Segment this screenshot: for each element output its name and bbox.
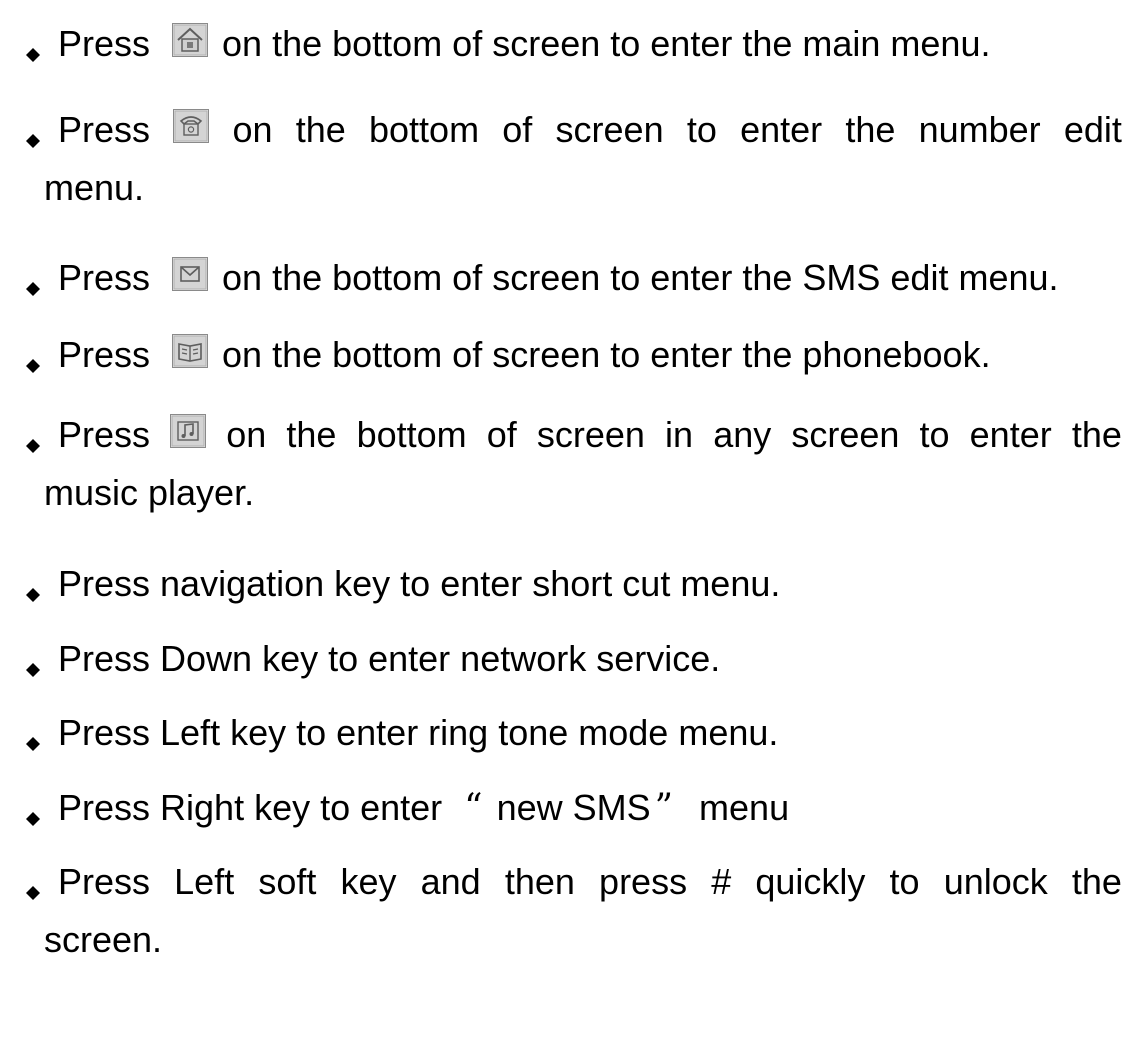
item-word: quickly bbox=[755, 861, 866, 902]
item-word: on bbox=[232, 109, 273, 150]
item-word: screen bbox=[791, 414, 900, 455]
bullet-icon bbox=[26, 282, 40, 296]
item-word: any bbox=[713, 414, 772, 455]
press-label: Press bbox=[58, 23, 151, 64]
item-text: Press navigation key to enter short cut … bbox=[58, 563, 781, 604]
item-word: to bbox=[889, 861, 920, 902]
item-word: soft bbox=[258, 861, 317, 902]
item-word: enter bbox=[969, 414, 1052, 455]
item-word: the bbox=[1071, 414, 1122, 455]
open-quote: “ bbox=[464, 787, 483, 828]
item-text: on the bottom of screen to enter the pho… bbox=[222, 334, 991, 375]
bullet-icon bbox=[26, 812, 40, 826]
bullet-icon bbox=[26, 134, 40, 148]
bullet-icon bbox=[26, 886, 40, 900]
close-quote: ” bbox=[654, 787, 674, 828]
item-word: bottom bbox=[369, 109, 480, 150]
item-word: edit bbox=[1063, 109, 1122, 150]
item-word: to bbox=[919, 414, 950, 455]
item-word: key bbox=[340, 861, 397, 902]
item-word: the bbox=[295, 109, 346, 150]
quoted-text: new SMS bbox=[496, 787, 651, 828]
item-text: on the bottom of screen to enter the SMS… bbox=[222, 257, 1059, 298]
item-word: in bbox=[665, 414, 694, 455]
item-word: # bbox=[711, 861, 732, 902]
item-word: of bbox=[502, 109, 533, 150]
item-word: Press bbox=[58, 861, 151, 902]
item-word: enter bbox=[740, 109, 823, 150]
phonebook-icon bbox=[172, 334, 209, 368]
item-word: the bbox=[1071, 861, 1122, 902]
press-label: Press bbox=[58, 414, 151, 455]
bullet-icon bbox=[26, 48, 40, 62]
item-text-continued: menu. bbox=[44, 167, 145, 208]
item-word: the bbox=[286, 414, 337, 455]
bullet-icon bbox=[26, 737, 40, 751]
music-icon bbox=[170, 414, 207, 448]
item-word: the bbox=[845, 109, 896, 150]
item-word: screen bbox=[555, 109, 664, 150]
bullet-icon bbox=[26, 588, 40, 602]
item-text-continued: screen. bbox=[44, 919, 163, 960]
bullet-icon bbox=[26, 359, 40, 373]
item-word: of bbox=[486, 414, 517, 455]
item-word: and bbox=[420, 861, 481, 902]
press-label: Press bbox=[58, 334, 151, 375]
message-icon bbox=[172, 257, 209, 291]
home-icon bbox=[172, 23, 209, 57]
item-text-continued: music player. bbox=[44, 472, 255, 513]
instruction-list: Press on the bottom of screen to enter t… bbox=[0, 0, 1126, 1048]
item-word: bottom bbox=[356, 414, 467, 455]
item-word: number bbox=[918, 109, 1041, 150]
phone-icon bbox=[173, 109, 210, 143]
item-text: Press Left key to enter ring tone mode m… bbox=[58, 712, 779, 753]
item-text: Press Right key to enter bbox=[58, 787, 443, 828]
press-label: Press bbox=[58, 257, 151, 298]
press-label: Press bbox=[58, 109, 151, 150]
item-word: press bbox=[599, 861, 688, 902]
item-text: on the bottom of screen to enter the mai… bbox=[222, 23, 991, 64]
item-word: to bbox=[686, 109, 717, 150]
item-word: Left bbox=[174, 861, 235, 902]
item-word: screen bbox=[536, 414, 645, 455]
item-word: on bbox=[226, 414, 267, 455]
item-word: unlock bbox=[943, 861, 1048, 902]
bullet-icon bbox=[26, 439, 40, 453]
item-text: Press Down key to enter network service. bbox=[58, 638, 721, 679]
item-text-end: menu bbox=[699, 787, 790, 828]
bullet-icon bbox=[26, 663, 40, 677]
item-word: then bbox=[504, 861, 575, 902]
